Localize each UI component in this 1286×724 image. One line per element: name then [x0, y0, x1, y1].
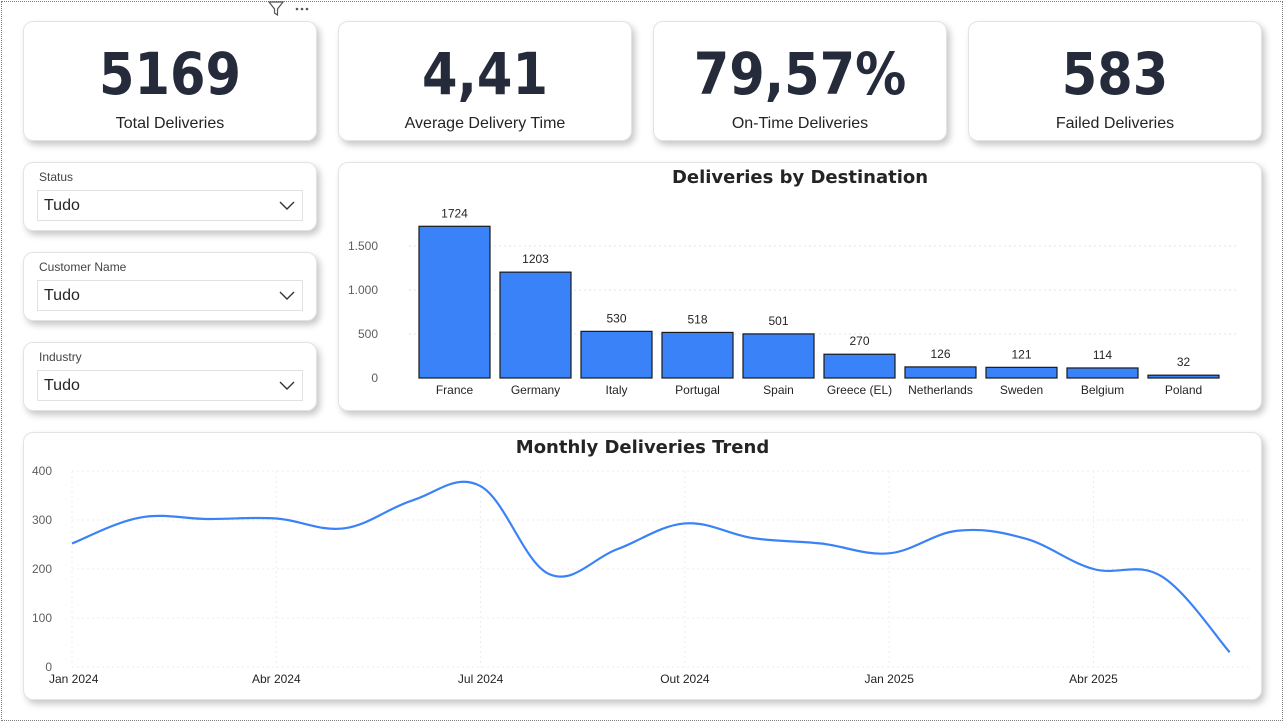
- slicer-dropdown-status[interactable]: Tudo: [37, 190, 303, 221]
- visual-header: [266, 0, 316, 22]
- bar-category-label: Greece (EL): [827, 383, 892, 397]
- kpi-card-average-delivery-time[interactable]: 4,41 Average Delivery Time: [338, 21, 632, 141]
- kpi-value: 5169: [98, 40, 242, 108]
- bar-y-tick-label: 500: [358, 327, 378, 341]
- chevron-down-icon: [279, 291, 295, 300]
- bar-data-label: 518: [687, 312, 707, 326]
- slicer-customer-name: Customer Name Tudo: [23, 252, 317, 321]
- chevron-down-icon: [279, 381, 295, 390]
- slicer-selected-value: Tudo: [44, 287, 80, 304]
- slicer-industry: Industry Tudo: [23, 342, 317, 411]
- bar-y-tick-label: 1.500: [348, 239, 378, 253]
- bar-data-label: 126: [930, 347, 950, 361]
- bar-data-label: 1724: [441, 206, 468, 220]
- filter-icon[interactable]: [267, 1, 285, 17]
- bar-data-label: 114: [1093, 348, 1112, 362]
- bar-category-label: Netherlands: [908, 383, 973, 397]
- line-chart-svg: 0100200300400Jan 2024 Abr 2024 Jul 2024 Out…: [32, 464, 1249, 686]
- kpi-card-on-time-deliveries[interactable]: 79,57% On-Time Deliveries: [653, 21, 947, 141]
- line-y-tick-label: 400: [32, 464, 52, 478]
- bar-y-tick-label: 0: [371, 371, 378, 385]
- bar-category-label: Portugal: [675, 383, 720, 397]
- line-y-tick-label: 300: [32, 513, 52, 527]
- bar: [580, 330, 653, 379]
- slicer-status: Status Tudo: [23, 162, 317, 231]
- kpi-label: Failed Deliveries: [1055, 115, 1175, 132]
- slicer-selected-value: Tudo: [44, 377, 80, 394]
- bar-category-label: Spain: [763, 383, 794, 397]
- kpi-value: 79,57%: [693, 40, 907, 108]
- kpi-label: Average Delivery Time: [404, 115, 566, 132]
- kpi-value: 583: [1061, 40, 1169, 108]
- bar-chart-svg: 0 500 1.000 1.500 1724 France 1203 Germany 530 It…: [348, 206, 1239, 397]
- slicer-title: Status: [39, 170, 74, 184]
- bar-data-label: 270: [849, 334, 869, 348]
- more-options-icon[interactable]: [295, 7, 309, 11]
- line-series: [71, 480, 1231, 654]
- bar-data-label: 1203: [522, 252, 549, 266]
- line-y-tick-label: 200: [32, 562, 52, 576]
- line-chart-card[interactable]: Monthly Deliveries Trend 0 100 200 300 400 Ja…: [23, 432, 1262, 700]
- kpi-value: 4,41: [422, 40, 548, 108]
- visual-header-icons: [267, 1, 309, 17]
- line-x-tick-label: Out 2024: [660, 672, 710, 686]
- bar: [985, 366, 1058, 379]
- bar-data-label: 501: [768, 314, 788, 328]
- bar: [1147, 374, 1220, 379]
- bar-y-tick-label: 1.000: [348, 283, 378, 297]
- bar: [1066, 367, 1139, 379]
- slicer-selected-value: Tudo: [44, 197, 80, 214]
- line-x-tick-label: Abr 2024: [252, 672, 301, 686]
- bar: [661, 331, 734, 379]
- slicer-dropdown-customer-name[interactable]: Tudo: [37, 280, 303, 311]
- bar-data-label: 32: [1177, 355, 1191, 369]
- bar: [742, 333, 815, 379]
- chevron-down-icon: [279, 201, 295, 210]
- bar-category-label: Germany: [511, 383, 560, 397]
- bar-category-label: Italy: [605, 383, 627, 397]
- slicer-dropdown-industry[interactable]: Tudo: [37, 370, 303, 401]
- kpi-label: On-Time Deliveries: [731, 115, 869, 132]
- bar-data-label: 121: [1011, 347, 1031, 361]
- bar: [418, 225, 491, 379]
- line-x-tick-label: Jan 2025: [865, 672, 915, 686]
- slicer-title: Customer Name: [39, 260, 127, 274]
- kpi-card-failed-deliveries[interactable]: 583 Failed Deliveries: [968, 21, 1262, 141]
- bar-chart-card[interactable]: Deliveries by Destination 0 500 1.000 1.500…: [338, 162, 1262, 411]
- slicer-title: Industry: [39, 350, 82, 364]
- bar-category-label: Poland: [1165, 383, 1202, 397]
- bar: [904, 366, 977, 379]
- kpi-label: Total Deliveries: [115, 115, 225, 132]
- bar: [499, 271, 572, 379]
- bar: [823, 353, 896, 379]
- bar-category-label: France: [436, 383, 474, 397]
- bar-category-label: Belgium: [1081, 383, 1124, 397]
- line-x-tick-label: Abr 2025: [1069, 672, 1118, 686]
- line-y-tick-label: 100: [32, 611, 52, 625]
- kpi-card-total-deliveries[interactable]: 5169 Total Deliveries: [23, 21, 317, 141]
- line-x-tick-label: Jul 2024: [458, 672, 504, 686]
- bar-category-label: Sweden: [1000, 383, 1043, 397]
- bar-data-label: 530: [606, 311, 626, 325]
- line-x-tick-label: Jan 2024: [49, 672, 99, 686]
